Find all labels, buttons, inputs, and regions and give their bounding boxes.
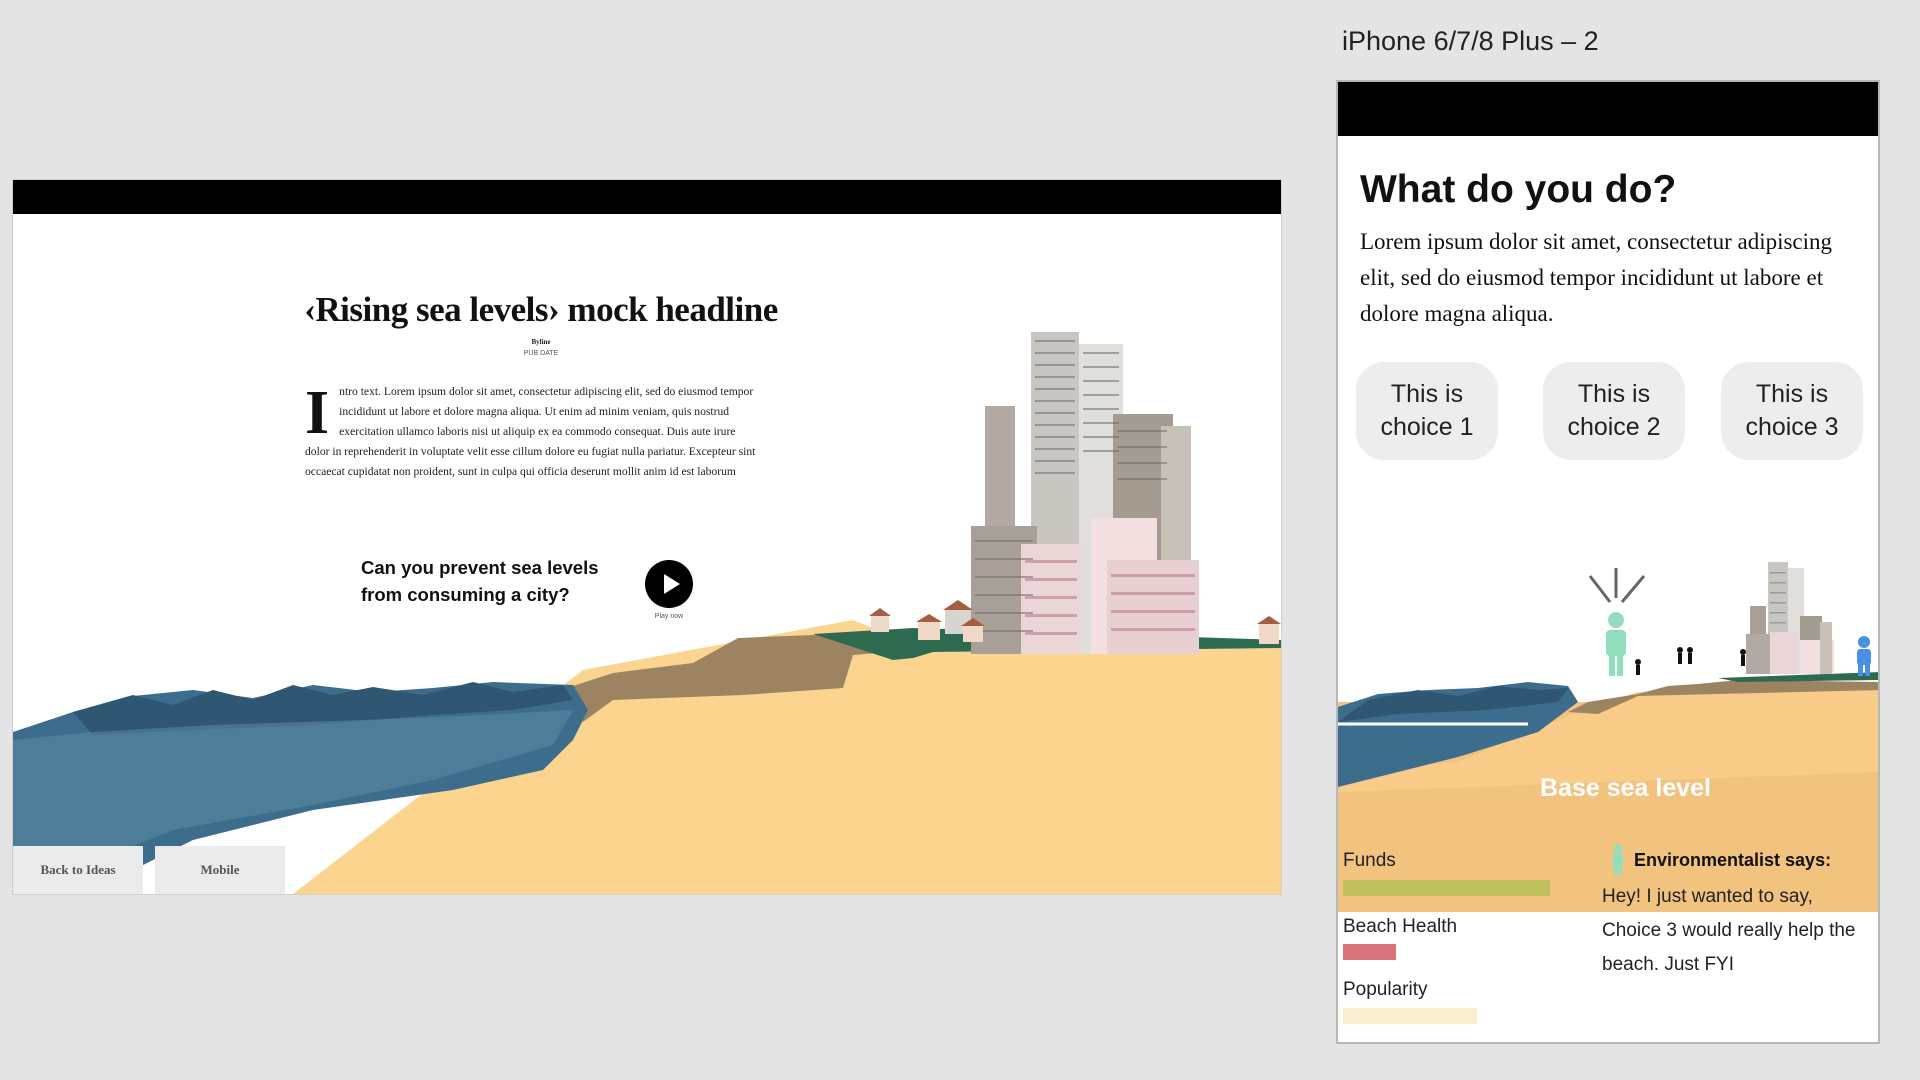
pub-date: PUB DATE xyxy=(523,350,559,357)
base-sea-level-label: Base sea level xyxy=(1540,774,1711,802)
advisor-title: Environmentalist says: xyxy=(1634,850,1832,870)
choice-1-button[interactable]: This is choice 1 xyxy=(1356,362,1498,460)
play-icon xyxy=(664,574,680,594)
intro-paragraph: Intro text. Lorem ipsum dolor sit amet, … xyxy=(305,382,760,482)
desktop-scene xyxy=(13,332,1281,894)
back-to-ideas-button[interactable]: Back to Ideas xyxy=(13,846,143,894)
intro-text: ntro text. Lorem ipsum dolor sit amet, c… xyxy=(305,385,756,478)
environmentalist-figure xyxy=(1588,568,1646,676)
question-prompt: Can you prevent sea levels from consumin… xyxy=(361,557,599,605)
play-button[interactable] xyxy=(645,560,693,608)
desktop-artboard: ‹Rising sea levels› mock headline Byline… xyxy=(13,180,1281,894)
phone-artboard: What do you do? Lorem ipsum dolor sit am… xyxy=(1336,80,1880,1044)
advisor-message: Hey! I just wanted to say, Choice 3 woul… xyxy=(1602,886,1856,975)
beach-health-label: Beach Health xyxy=(1343,916,1458,937)
play-label: Play now xyxy=(654,613,684,620)
phone-top-bar xyxy=(1338,82,1878,136)
desktop-top-bar xyxy=(13,180,1281,214)
popularity-bar xyxy=(1343,1008,1477,1024)
tiny-people xyxy=(1635,647,1746,675)
phone-title: What do you do? xyxy=(1360,168,1677,211)
beach-health-bar xyxy=(1343,944,1396,960)
choice-3-button[interactable]: This is choice 3 xyxy=(1721,362,1863,460)
blue-figure xyxy=(1857,636,1871,676)
byline: Byline xyxy=(531,338,551,346)
popularity-label: Popularity xyxy=(1343,979,1428,1000)
mobile-button[interactable]: Mobile xyxy=(155,846,285,894)
phone-body-text: Lorem ipsum dolor sit amet, consectetur … xyxy=(1360,229,1833,326)
environmentalist-icon xyxy=(1613,844,1623,875)
funds-bar xyxy=(1343,880,1550,896)
choice-2-button[interactable]: This is choice 2 xyxy=(1543,362,1685,460)
intro-dropcap: I xyxy=(305,379,330,447)
phone-skyline xyxy=(1746,562,1834,674)
skyline xyxy=(971,332,1199,654)
headline: ‹Rising sea levels› mock headline xyxy=(304,290,778,329)
funds-label: Funds xyxy=(1343,850,1396,871)
artboard-title: iPhone 6/7/8 Plus – 2 xyxy=(1342,26,1599,56)
